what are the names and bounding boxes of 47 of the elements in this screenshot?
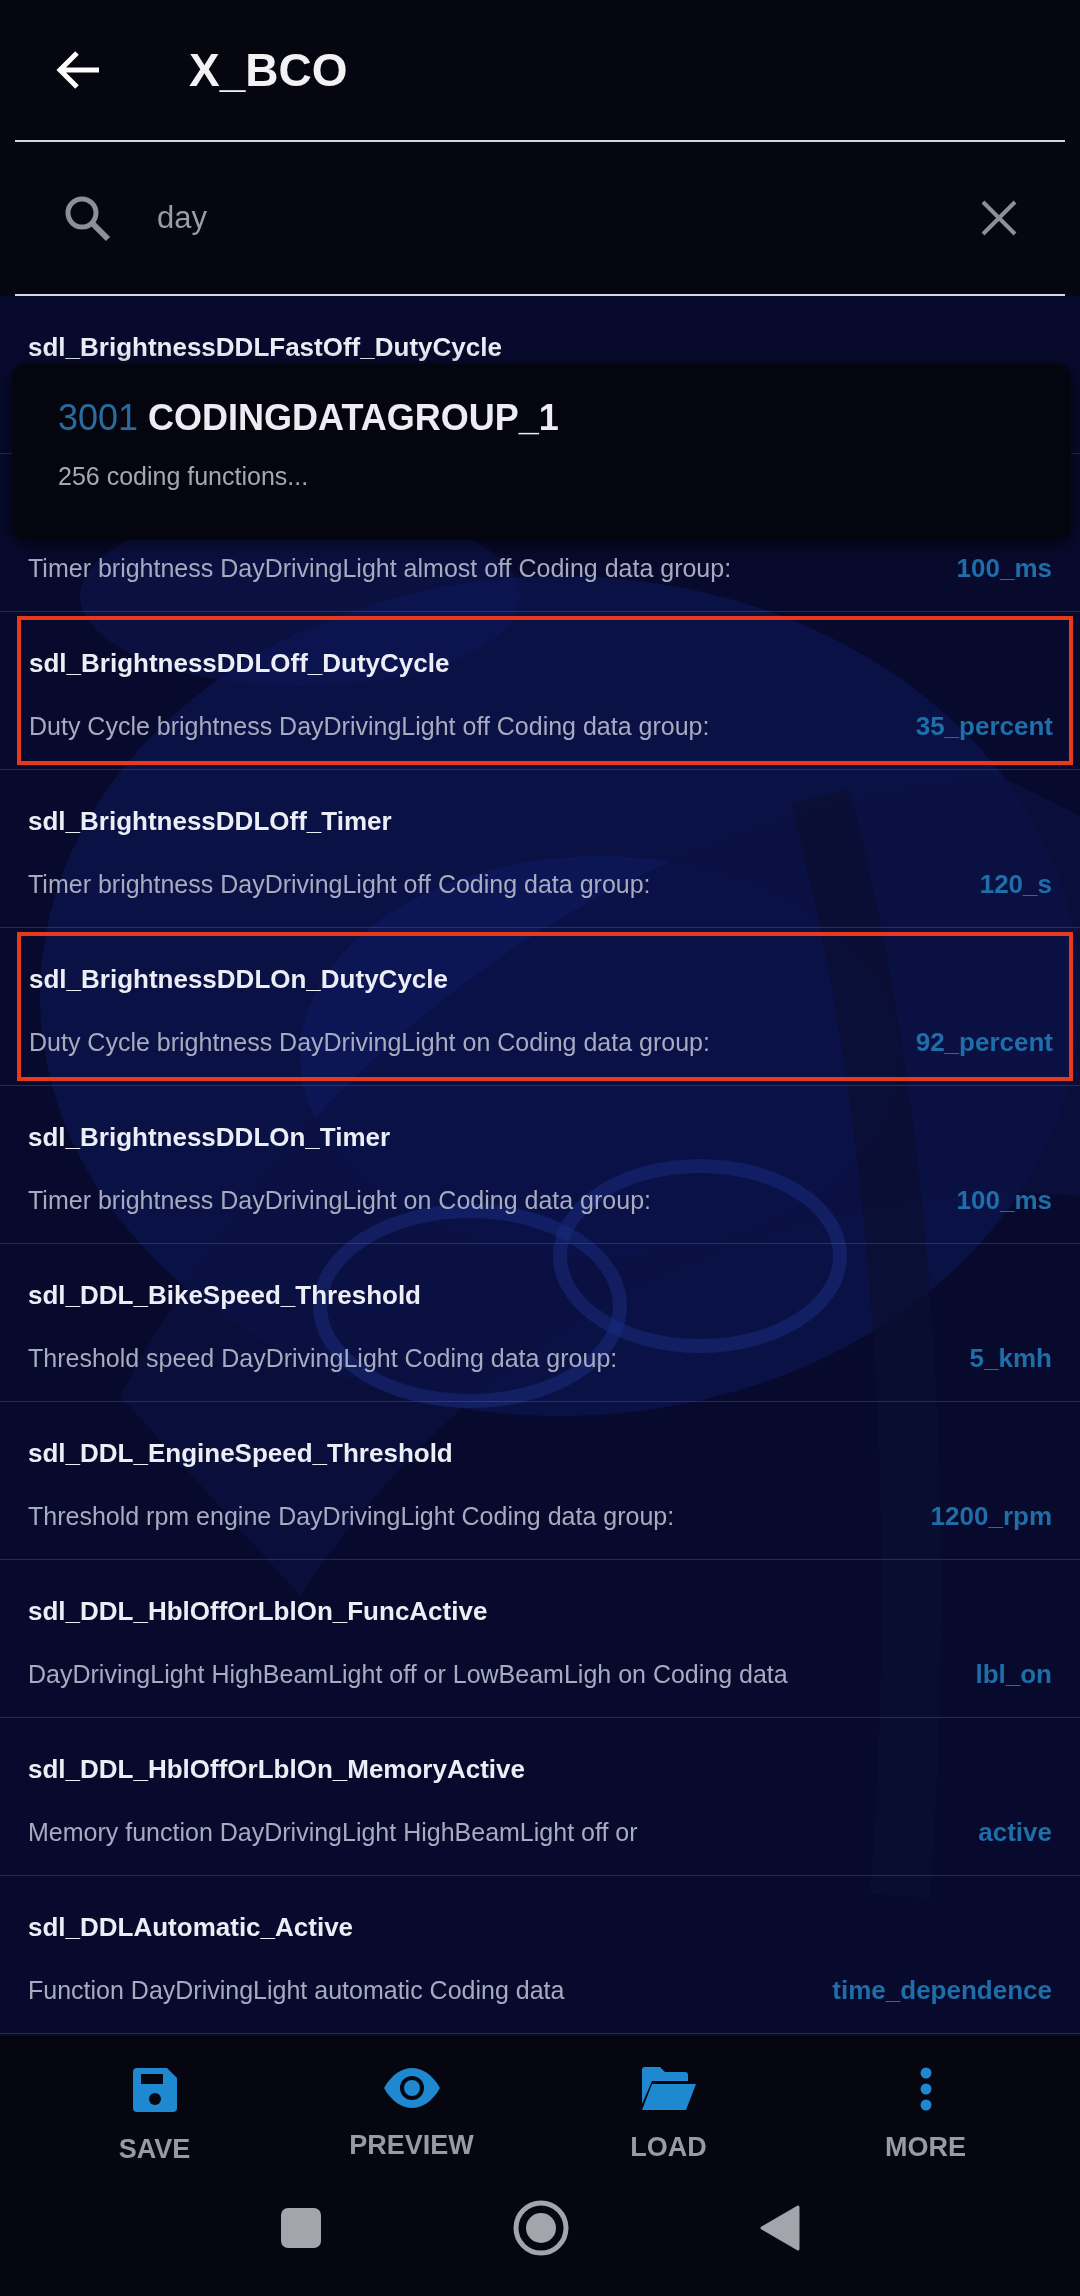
function-value[interactable]: lbl_on: [975, 1658, 1052, 1690]
nav-button[interactable]: SAVE: [26, 2036, 283, 2160]
recents-button[interactable]: [280, 2207, 322, 2249]
function-description: Timer brightness DayDrivingLight off Coding data group:: [28, 869, 651, 899]
eye-icon: [381, 2066, 442, 2110]
nav-button[interactable]: PREVIEW: [283, 2036, 540, 2160]
screen-title: X_BCO: [189, 43, 348, 97]
function-value[interactable]: 100_ms: [956, 552, 1052, 584]
function-value[interactable]: 5_kmh: [969, 1342, 1052, 1374]
group-title: 3001 CODINGDATAGROUP_1: [58, 396, 560, 440]
function-value[interactable]: 92_percent: [915, 1026, 1053, 1058]
back-arrow-icon: [55, 50, 101, 90]
group-subtitle: 256 coding functions...: [58, 462, 310, 491]
close-icon: [980, 199, 1018, 237]
function-name: sdl_DDL_HblOffOrLblOn_MemoryActive: [28, 1753, 526, 1786]
function-name: sdl_DDLAutomatic_Active: [28, 1911, 355, 1944]
function-description: Timer brightness DayDrivingLight almost off Coding data group:: [28, 553, 732, 583]
function-description: Duty Cycle brightness DayDrivingLight off Coding data group:: [29, 711, 710, 741]
function-value[interactable]: 1200_rpm: [930, 1500, 1052, 1532]
home-button[interactable]: [512, 2199, 570, 2257]
function-description: Threshold speed DayDrivingLight Coding data group:: [28, 1343, 618, 1373]
function-name: sdl_BrightnessDDLOff_DutyCycle: [29, 647, 451, 680]
function-value[interactable]: 100_ms: [956, 1184, 1052, 1216]
function-name: sdl_DDL_EngineSpeed_Threshold: [28, 1437, 454, 1470]
folder-icon: [639, 2066, 698, 2112]
function-description: DayDrivingLight HighBeamLight off or LowBeamLigh on Coding data: [28, 1659, 788, 1689]
function-description: Function DayDrivingLight automatic Coding data: [28, 1975, 565, 2005]
more-icon: [918, 2066, 933, 2112]
function-name: sdl_DDL_HblOffOrLblOn_FuncActive: [28, 1595, 489, 1628]
function-description: Duty Cycle brightness DayDrivingLight on Coding data group:: [29, 1027, 710, 1057]
function-name: sdl_BrightnessDDLFastOff_DutyCycle: [28, 331, 503, 364]
function-description: Threshold rpm engine DayDrivingLight Coding data group:: [28, 1501, 675, 1531]
nav-button[interactable]: MORE: [797, 2036, 1054, 2160]
function-value[interactable]: 120_s: [979, 868, 1052, 900]
back-triangle-button[interactable]: [760, 2205, 800, 2251]
function-value[interactable]: 35_percent: [915, 710, 1053, 742]
function-description: Timer brightness DayDrivingLight on Coding data group:: [28, 1185, 651, 1215]
function-name: sdl_BrightnessDDLOn_Timer: [28, 1121, 392, 1154]
function-name: sdl_BrightnessDDLOn_DutyCycle: [29, 963, 449, 996]
function-description: Memory function DayDrivingLight HighBeamLight off or: [28, 1817, 638, 1847]
function-name: sdl_DDL_BikeSpeed_Threshold: [28, 1279, 422, 1312]
function-name: sdl_BrightnessDDLOff_Timer: [28, 805, 393, 838]
group-popup[interactable]: 3001 CODINGDATAGROUP_1 256 coding functions...: [12, 364, 1071, 540]
nav-button[interactable]: LOAD: [540, 2036, 797, 2160]
search-field[interactable]: day: [15, 142, 978, 294]
function-value[interactable]: time_dependence: [832, 1974, 1052, 2006]
function-value[interactable]: active: [978, 1816, 1052, 1848]
